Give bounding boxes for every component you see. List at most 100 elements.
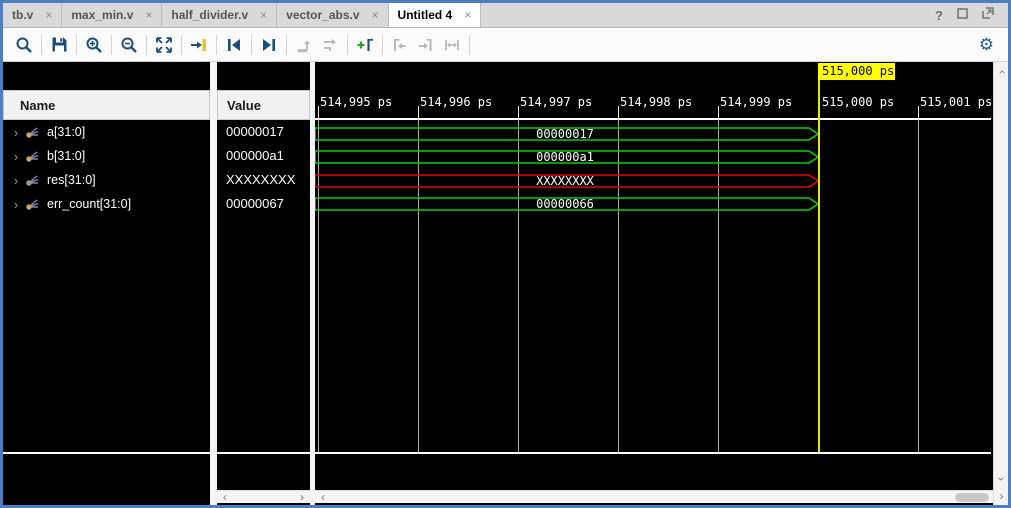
expand-chevron-icon[interactable]: › xyxy=(9,149,23,164)
values-horizontal-scrollbar[interactable]: ‹ › xyxy=(217,490,310,503)
axis-tick xyxy=(418,106,419,118)
tab-tb.v[interactable]: tb.v × xyxy=(3,3,62,27)
time-tick-label: 514,996 ps xyxy=(420,95,492,109)
time-cursor-line[interactable] xyxy=(818,80,820,452)
signal-value: XXXXXXXX xyxy=(217,168,310,192)
waveform-bottom-line xyxy=(315,452,991,454)
scroll-right-icon[interactable]: › xyxy=(994,490,1009,503)
bus-value-label: 00000017 xyxy=(315,127,815,141)
tab-half_divider.v[interactable]: half_divider.v × xyxy=(162,3,277,27)
signal-row-b[interactable]: › b[31:0] xyxy=(3,144,210,168)
signal-name: err_count[31:0] xyxy=(47,197,131,211)
panel-splitter[interactable] xyxy=(210,62,217,505)
axis-tick xyxy=(718,106,719,118)
signal-row-a[interactable]: › a[31:0] xyxy=(3,120,210,144)
go-to-time-icon[interactable] xyxy=(186,32,212,58)
search-icon[interactable] xyxy=(11,32,37,58)
gridline xyxy=(518,120,519,452)
time-tick-label: 515,000 ps xyxy=(822,95,894,109)
cursor-time-badge[interactable]: 515,000 ps xyxy=(818,63,895,80)
relaunch-up-icon[interactable] xyxy=(291,32,317,58)
waveform-vertical-scrollbar[interactable]: › › › xyxy=(993,62,1008,505)
tab-untitled-4[interactable]: Untitled 4 × xyxy=(389,3,482,27)
waveform-toolbar: ⚙ xyxy=(3,28,1008,62)
name-header-label: Name xyxy=(4,98,55,113)
expand-chevron-icon[interactable]: › xyxy=(9,197,23,212)
values-bottom-line xyxy=(217,452,310,454)
axis-tick xyxy=(518,106,519,118)
bus-value-label: 000000a1 xyxy=(315,150,815,164)
scroll-up-icon[interactable]: › xyxy=(995,65,1009,80)
axis-tick xyxy=(318,106,319,118)
close-icon[interactable]: × xyxy=(45,8,52,22)
snap-to-transition-icon[interactable] xyxy=(439,32,465,58)
tab-bar: tb.v × max_min.v × half_divider.v × vect… xyxy=(3,3,1008,28)
horizontal-scroll-thumb[interactable] xyxy=(955,493,989,502)
tab-label: half_divider.v xyxy=(171,8,248,22)
signal-rows: › a[31:0] › b[31:0] › xyxy=(3,120,210,216)
waveform-grid[interactable]: 00000017 000000a1 XXXXXXXX 00000066 xyxy=(315,120,991,452)
float-window-icon[interactable] xyxy=(982,6,994,24)
names-bottom-line xyxy=(3,452,210,454)
help-icon[interactable]: ? xyxy=(935,8,943,23)
gridline xyxy=(918,120,919,452)
previous-transition-icon[interactable] xyxy=(221,32,247,58)
tab-label: vector_abs.v xyxy=(286,8,359,22)
signal-name: a[31:0] xyxy=(47,125,85,139)
previous-marker-icon[interactable] xyxy=(387,32,413,58)
next-marker-icon[interactable] xyxy=(413,32,439,58)
axis-tick xyxy=(618,106,619,118)
signal-name: res[31:0] xyxy=(47,173,96,187)
maximize-icon[interactable] xyxy=(957,6,968,24)
signal-value: 000000a1 xyxy=(217,144,310,168)
signal-row-res[interactable]: › res[31:0] xyxy=(3,168,210,192)
name-column-header[interactable]: Name xyxy=(3,90,210,120)
step-over-icon[interactable] xyxy=(317,32,343,58)
waveform-panel[interactable]: 515,000 ps 514,995 ps 514,996 ps 514,997… xyxy=(315,62,993,505)
next-transition-icon[interactable] xyxy=(256,32,282,58)
tab-vector_abs.v[interactable]: vector_abs.v × xyxy=(277,3,388,27)
signal-names-panel: Name › a[31:0] › b[31:0] xyxy=(3,62,210,505)
scroll-left-icon[interactable]: ‹ xyxy=(219,491,231,504)
signal-values-panel: Value 00000017 000000a1 XXXXXXXX 0000006… xyxy=(217,62,310,505)
bus-signal-icon xyxy=(25,198,41,211)
tab-max_min.v[interactable]: max_min.v × xyxy=(62,3,162,27)
signal-row-err-count[interactable]: › err_count[31:0] xyxy=(3,192,210,216)
bus-signal-icon xyxy=(25,150,41,163)
expand-chevron-icon[interactable]: › xyxy=(9,125,23,140)
expand-chevron-icon[interactable]: › xyxy=(9,173,23,188)
vivado-waveform-window: tb.v × max_min.v × half_divider.v × vect… xyxy=(0,0,1011,508)
close-icon[interactable]: × xyxy=(145,8,152,22)
waveform-horizontal-scrollbar[interactable]: ‹ xyxy=(315,490,993,503)
tab-label: max_min.v xyxy=(71,8,133,22)
values-top-strip xyxy=(217,62,310,90)
add-marker-icon[interactable] xyxy=(352,32,378,58)
tab-label: tb.v xyxy=(12,8,33,22)
tab-label: Untitled 4 xyxy=(398,8,453,22)
scroll-right-icon[interactable]: › xyxy=(296,491,308,504)
settings-gear-icon[interactable]: ⚙ xyxy=(979,36,994,53)
scroll-down-icon[interactable]: › xyxy=(995,472,1009,487)
wave-window-body: Name › a[31:0] › b[31:0] xyxy=(3,62,1008,505)
time-tick-label: 514,997 ps xyxy=(520,95,592,109)
value-column-header[interactable]: Value xyxy=(217,90,310,120)
bus-value-label: XXXXXXXX xyxy=(315,174,815,188)
time-tick-label: 515,001 ps xyxy=(920,95,992,109)
value-rows: 00000017 000000a1 XXXXXXXX 00000067 xyxy=(217,120,310,216)
zoom-in-icon[interactable] xyxy=(81,32,107,58)
time-tick-label: 514,995 ps xyxy=(320,95,392,109)
save-icon[interactable] xyxy=(46,32,72,58)
close-icon[interactable]: × xyxy=(464,8,471,22)
zoom-out-icon[interactable] xyxy=(116,32,142,58)
value-header-label: Value xyxy=(218,98,261,113)
window-controls: ? xyxy=(935,3,1008,27)
bus-signal-icon xyxy=(25,174,41,187)
gridline xyxy=(318,120,319,452)
signal-value: 00000067 xyxy=(217,192,310,216)
close-icon[interactable]: × xyxy=(260,8,267,22)
close-icon[interactable]: × xyxy=(372,8,379,22)
scroll-left-icon[interactable]: ‹ xyxy=(317,491,329,504)
bus-value-label: 00000066 xyxy=(315,197,815,211)
zoom-fit-icon[interactable] xyxy=(151,32,177,58)
time-tick-label: 514,998 ps xyxy=(620,95,692,109)
